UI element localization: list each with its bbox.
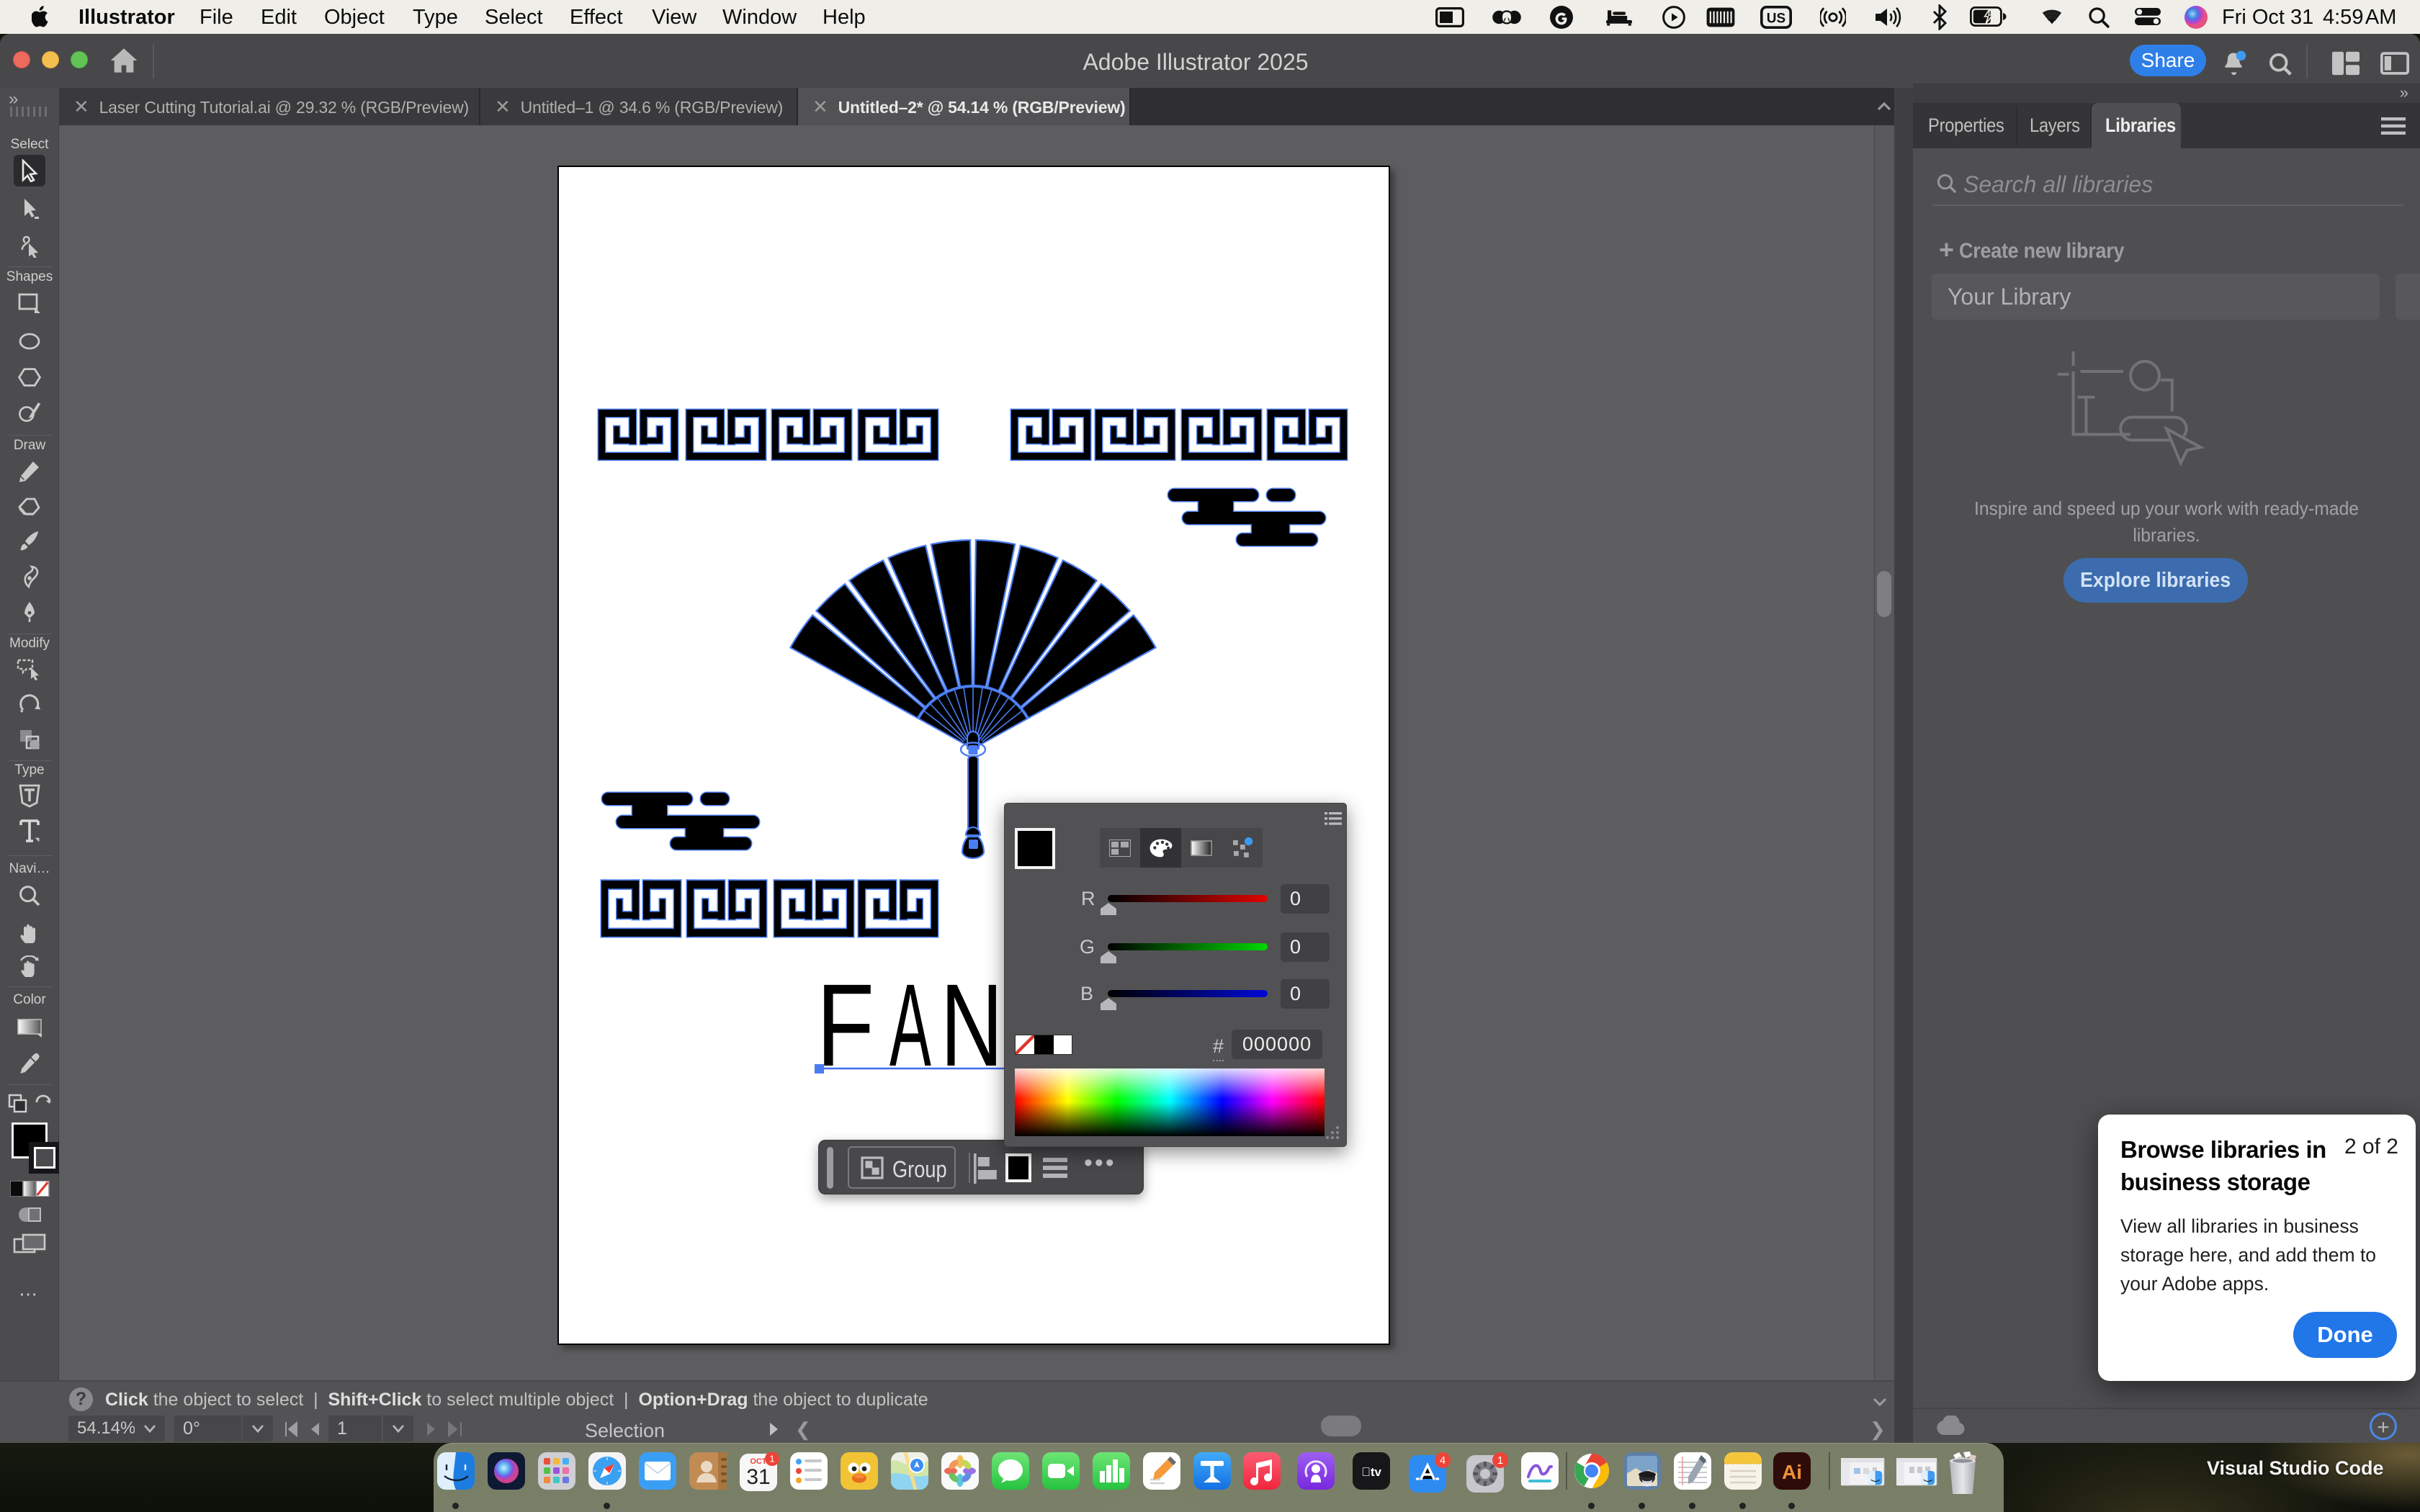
svg-text:tv: tv: [1361, 1465, 1381, 1479]
svg-text:A: A: [889, 960, 931, 1091]
svg-text:4: 4: [1440, 1455, 1446, 1467]
svg-text:Ai: Ai: [1782, 1461, 1802, 1483]
svg-text:1: 1: [769, 1454, 774, 1464]
svg-text:F: F: [816, 960, 874, 1091]
svg-text:31: 31: [746, 1465, 770, 1489]
svg-text:1: 1: [1497, 1455, 1503, 1467]
svg-text:US: US: [1767, 12, 1785, 27]
svg-text:N: N: [941, 960, 1003, 1091]
